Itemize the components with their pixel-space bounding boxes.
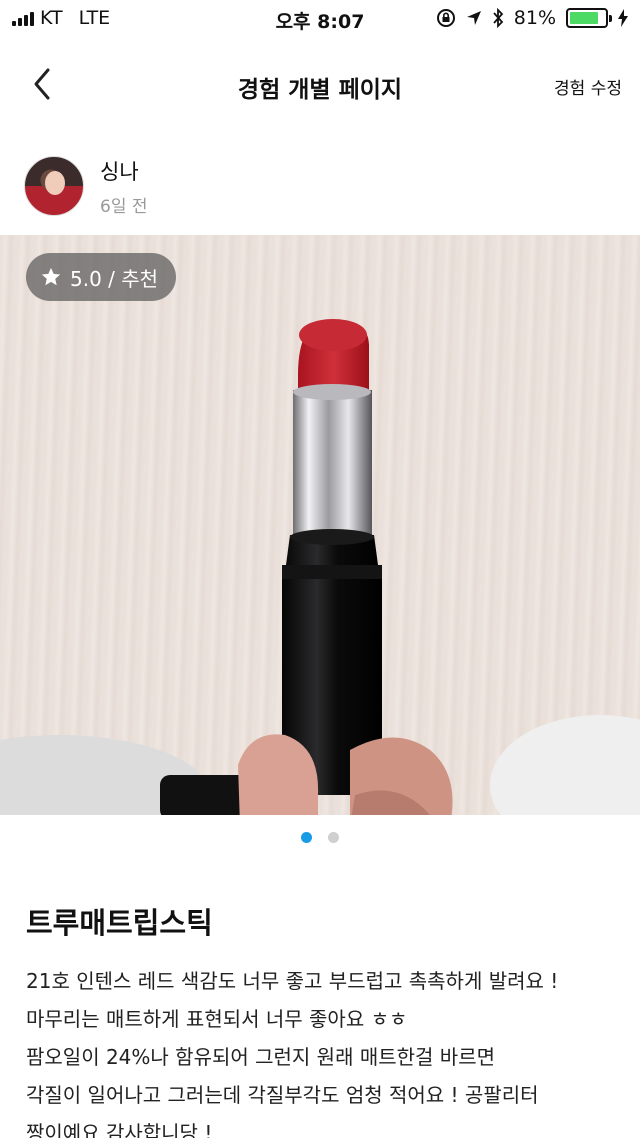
review-photo[interactable]: 5.0 / 추천 bbox=[0, 235, 640, 815]
battery-percent: 81% bbox=[513, 7, 556, 29]
page-title: 경험 개별 페이지 bbox=[237, 77, 403, 103]
post-title: 트루매트립스틱 bbox=[26, 906, 213, 940]
nav-bar: 경험 개별 페이지 경험 수정 bbox=[0, 54, 640, 116]
pager-dot[interactable] bbox=[328, 832, 339, 843]
image-pager[interactable] bbox=[0, 832, 640, 843]
rotation-lock-icon bbox=[436, 9, 455, 27]
battery-icon bbox=[566, 8, 612, 28]
post-time: 6일 전 bbox=[100, 196, 148, 217]
rating-text: 5.0 / 추천 bbox=[70, 266, 159, 291]
avatar[interactable] bbox=[24, 156, 84, 216]
author-name[interactable]: 싱나 bbox=[100, 156, 148, 186]
post-body-line: 21호 인텐스 레드 색감도 너무 좋고 부드럽고 촉촉하게 발려요 ! bbox=[26, 969, 559, 993]
bluetooth-icon bbox=[493, 8, 504, 28]
lipstick-image bbox=[0, 319, 640, 815]
post-body-line: 짱이예요 감사합니당 ! bbox=[26, 1121, 213, 1138]
author-header: 싱나 6일 전 bbox=[24, 154, 148, 218]
edit-experience-button[interactable]: 경험 수정 bbox=[554, 74, 622, 99]
location-icon bbox=[466, 11, 481, 25]
post-body-line: 팜오일이 24%나 함유되어 그런지 원래 매트한걸 바르면 bbox=[26, 1045, 495, 1069]
star-icon bbox=[41, 267, 61, 286]
status-bar: KT LTE 오후 8:07 81% bbox=[0, 0, 640, 40]
post-body-line: 마무리는 매트하게 표현되서 너무 좋아요 ㅎㅎ bbox=[26, 1007, 408, 1031]
charging-icon bbox=[618, 9, 628, 27]
pager-dot[interactable] bbox=[301, 832, 312, 843]
rating-badge: 5.0 / 추천 bbox=[26, 253, 177, 301]
post-body: 21호 인텐스 레드 색감도 너무 좋고 부드럽고 촉촉하게 발려요 ! 마무리… bbox=[26, 962, 626, 1138]
post-body-line: 각질이 일어나고 그러는데 각질부각도 엄청 적어요 ! 공팔리터 bbox=[26, 1083, 539, 1107]
